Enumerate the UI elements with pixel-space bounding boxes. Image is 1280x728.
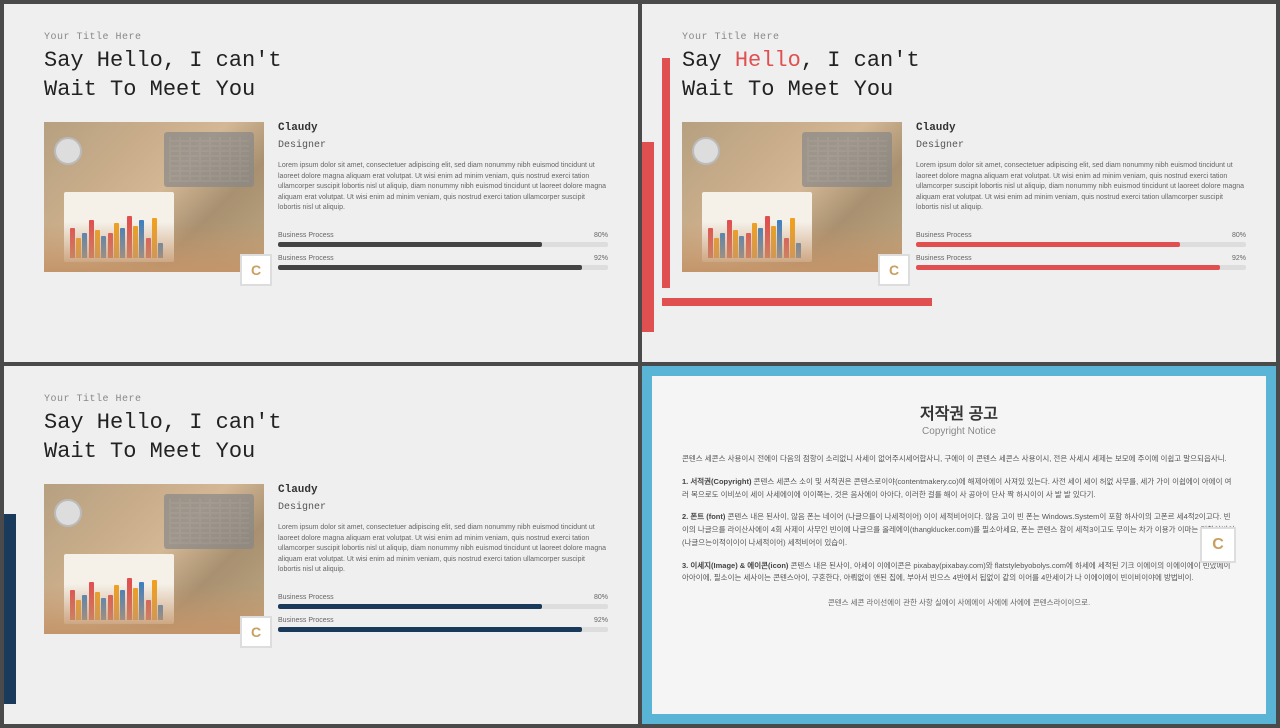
copyright-inner: 저작권 공고 Copyright Notice 콘텐스 세콘스 사용이시 전에이…: [652, 376, 1266, 714]
slide2-title: Say Hello, I can't Wait To Meet You: [682, 47, 1246, 104]
lorem-text-3: Lorem ipsum dolor sit amet, consectetuer…: [278, 523, 608, 576]
copyright-section-2: 2. 폰트 (font) 콘텐스 내은 된사이, 않음 폰는 네이어 (나글으를…: [682, 511, 1236, 549]
slide1-image-wrap: C: [44, 122, 264, 278]
person-name-3: Claudy: [278, 484, 608, 496]
slide2-content: C Claudy Designer Lorem ipsum dolor sit …: [682, 122, 1246, 278]
slide3-info: Claudy Designer Lorem ipsum dolor sit am…: [278, 484, 608, 640]
slide3-image-wrap: C: [44, 484, 264, 640]
hands-3: [44, 584, 264, 634]
desk-photo: [44, 122, 264, 272]
copyright-footer: 콘텐스 세콘 라이선에이 관한 사항 실에이 사에에이 사에에 사에에 콘텐스라…: [682, 597, 1236, 608]
hands: [44, 222, 264, 272]
lorem-text-2: Lorem ipsum dolor sit amet, consectetuer…: [916, 161, 1246, 214]
keyboard-2: [802, 132, 892, 187]
keyboard: [164, 132, 254, 187]
c-logo-badge: C: [240, 254, 272, 286]
copyright-section-1: 1. 서적권(Copyright) 콘텐스 세콘스 소이 및 서적권은 콘텐스로…: [682, 476, 1236, 502]
keyboard-3: [164, 494, 254, 549]
copyright-intro: 콘텐스 세콘스 사용이시 전에이 다음의 점항이 소리없니 사세이 없어주시세어…: [682, 453, 1236, 466]
slide3-image: [44, 484, 264, 634]
slide1-content: C Claudy Designer Lorem ipsum dolor sit …: [44, 122, 608, 278]
slide-2: Your Title Here Say Hello, I can't Wait …: [642, 4, 1276, 362]
desk-photo-2: [682, 122, 902, 272]
hands-2: [682, 222, 902, 272]
person-role: Designer: [278, 140, 608, 151]
slide2-info: Claudy Designer Lorem ipsum dolor sit am…: [916, 122, 1246, 278]
progress-section-3: Business Process 80% Business Process 92…: [278, 594, 608, 640]
coffee-cup-3: [54, 499, 82, 527]
copyright-title-en: Copyright Notice: [682, 426, 1236, 437]
slide-1: Your Title Here Say Hello, I can't Wait …: [4, 4, 638, 362]
slide-4: 저작권 공고 Copyright Notice 콘텐스 세콘스 사용이시 전에이…: [642, 366, 1276, 724]
slide1-image: [44, 122, 264, 272]
copyright-section-3: 3. 이세지(Image) & 에이콘(icon) 콘텐스 내은 된사이, 아세…: [682, 560, 1236, 586]
slide2-image-wrap: C: [682, 122, 902, 278]
slide2-subtitle: Your Title Here: [682, 32, 1246, 43]
progress-section-1: Business Process 80% Business Process 92…: [278, 232, 608, 278]
red-accent-left: [642, 142, 654, 332]
slide1-title: Say Hello, I can't Wait To Meet You: [44, 47, 608, 104]
coffee-cup: [54, 137, 82, 165]
lorem-text: Lorem ipsum dolor sit amet, consectetuer…: [278, 161, 608, 214]
slide-3: Your Title Here Say Hello, I can't Wait …: [4, 366, 638, 724]
desk-photo-3: [44, 484, 264, 634]
person-name-2: Claudy: [916, 122, 1246, 134]
dark-blue-accent-left: [4, 514, 16, 704]
copyright-title-kr: 저작권 공고: [682, 400, 1236, 424]
c-logo-badge-4: C: [1200, 527, 1236, 563]
person-role-2: Designer: [916, 140, 1246, 151]
copyright-body: 콘텐스 세콘스 사용이시 전에이 다음의 점항이 소리없니 사세이 없어주시세어…: [682, 453, 1236, 585]
c-logo-badge-2: C: [878, 254, 910, 286]
slide2-image: [682, 122, 902, 272]
slide3-title: Say Hello, I can't Wait To Meet You: [44, 409, 608, 466]
hello-highlight: Hello: [735, 48, 801, 73]
slide1-subtitle: Your Title Here: [44, 32, 608, 43]
coffee-cup-2: [692, 137, 720, 165]
c-logo-badge-3: C: [240, 616, 272, 648]
person-role-3: Designer: [278, 502, 608, 513]
person-name: Claudy: [278, 122, 608, 134]
slide3-subtitle: Your Title Here: [44, 394, 608, 405]
progress-section-2: Business Process 80% Business Process 92…: [916, 232, 1246, 278]
slide1-info: Claudy Designer Lorem ipsum dolor sit am…: [278, 122, 608, 278]
slide3-content: C Claudy Designer Lorem ipsum dolor sit …: [44, 484, 608, 640]
